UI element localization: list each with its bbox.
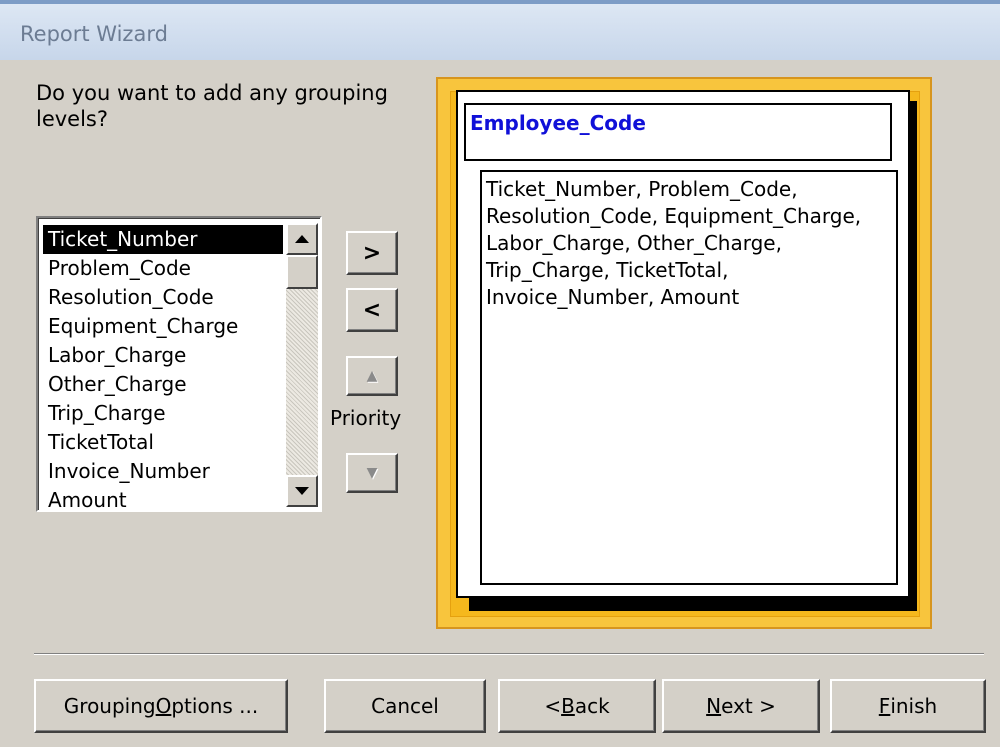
add-grouping-button[interactable]: > (346, 231, 398, 275)
back-button[interactable]: < Back (498, 679, 656, 733)
cancel-button[interactable]: Cancel (324, 679, 486, 733)
next-label-post: ext > (721, 694, 776, 718)
detail-fields-box: Ticket_Number, Problem_Code, Resolution_… (480, 170, 898, 585)
list-item[interactable]: Ticket_Number (43, 225, 283, 254)
list-item[interactable]: Labor_Charge (43, 341, 283, 370)
scroll-up-button[interactable] (286, 223, 318, 255)
window-title: Report Wizard (20, 22, 168, 46)
grouping-question: Do you want to add any grouping levels? (36, 81, 388, 131)
grouping-options-button[interactable]: Grouping Options ... (34, 679, 288, 733)
detail-fields-text: Ticket_Number, Problem_Code, Resolution_… (486, 177, 862, 309)
up-arrow-icon: ▲ (366, 368, 378, 384)
list-item[interactable]: Invoice_Number (43, 457, 283, 486)
available-fields-listbox[interactable]: Ticket_Number Problem_Code Resolution_Co… (36, 216, 322, 512)
grouping-options-label-pre: Grouping (63, 694, 156, 718)
next-accel: N (706, 694, 722, 718)
priority-down-button[interactable]: ▼ (346, 453, 398, 493)
finish-accel: F (878, 694, 891, 718)
grouping-options-label-post: ptions ... (171, 694, 259, 718)
back-label-pre: < (544, 694, 562, 718)
down-arrow-icon: ▼ (366, 465, 378, 481)
list-item[interactable]: Other_Charge (43, 370, 283, 399)
divider (34, 653, 984, 655)
scroll-thumb[interactable] (286, 255, 318, 289)
scroll-up-icon (295, 235, 309, 243)
list-item[interactable]: Trip_Charge (43, 399, 283, 428)
listbox-frame: Ticket_Number Problem_Code Resolution_Co… (38, 218, 320, 512)
group-field-label: Employee_Code (470, 111, 646, 135)
back-accel: B (561, 694, 575, 718)
next-button[interactable]: Next > (662, 679, 820, 733)
vertical-scrollbar[interactable] (286, 223, 318, 507)
back-label-post: ack (574, 694, 610, 718)
list-item[interactable]: Equipment_Charge (43, 312, 283, 341)
title-bar: Report Wizard (0, 0, 1000, 60)
finish-button[interactable]: Finish (830, 679, 986, 733)
remove-grouping-button[interactable]: < (346, 288, 398, 332)
priority-up-button[interactable]: ▲ (346, 356, 398, 396)
list-item[interactable]: Resolution_Code (43, 283, 283, 312)
scroll-down-icon (295, 487, 309, 495)
scroll-down-button[interactable] (286, 475, 318, 507)
cancel-label: Cancel (371, 694, 439, 718)
list-item[interactable]: Amount (43, 486, 283, 515)
field-list: Ticket_Number Problem_Code Resolution_Co… (43, 225, 283, 515)
priority-label: Priority (330, 406, 402, 430)
group-header-box: Employee_Code (464, 103, 892, 161)
list-item[interactable]: TicketTotal (43, 428, 283, 457)
grouping-options-accel: O (155, 694, 172, 718)
finish-label-post: inish (890, 694, 938, 718)
list-item[interactable]: Problem_Code (43, 254, 283, 283)
